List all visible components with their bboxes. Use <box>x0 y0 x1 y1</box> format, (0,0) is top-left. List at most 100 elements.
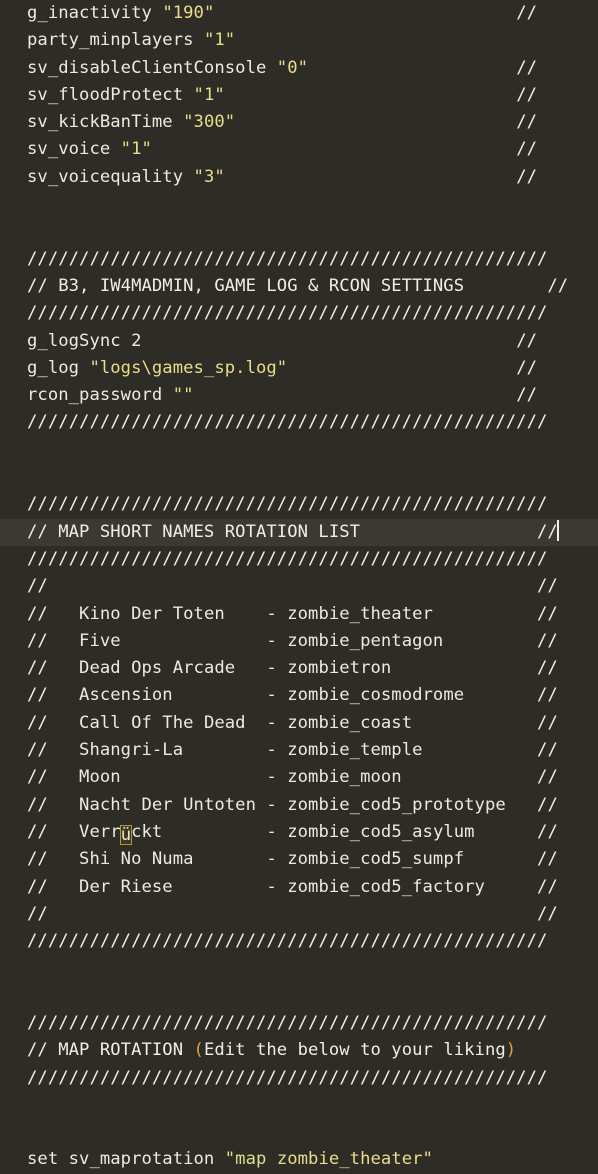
cvar-setting-line[interactable]: g_logSync 2 // <box>0 328 598 355</box>
cvar-name: sv_floodProtect <box>27 84 194 105</box>
map-row-trail: // <box>537 658 558 679</box>
banner-inner-text: Edit the below to your liking <box>203 1040 506 1061</box>
map-row-gutter: // <box>27 630 80 651</box>
comment-divider-line[interactable]: ////////////////////////////////////////… <box>0 409 598 436</box>
map-list-row[interactable]: // Call Of The Dead - zombie_coast // <box>0 710 598 737</box>
cvar-value: "190" <box>162 3 215 23</box>
map-display-name: Moon <box>79 767 267 788</box>
comment-divider-line[interactable]: ////////////////////////////////////////… <box>0 546 598 573</box>
cvar-setting-line[interactable]: sv_kickBanTime "300" // <box>0 109 598 136</box>
cvar-setting-line[interactable]: g_inactivity "190" // <box>0 0 598 27</box>
divider-slashes: ////////////////////////////////////////… <box>27 1012 548 1033</box>
editor-blank-line[interactable] <box>0 191 598 218</box>
comment-divider-line[interactable]: ////////////////////////////////////////… <box>0 246 598 273</box>
editor-blank-line[interactable] <box>0 983 598 1010</box>
cvar-setting-line[interactable]: sv_disableClientConsole "0" // <box>0 55 598 82</box>
cvar-setting-line[interactable]: party_minplayers "1" <box>0 27 598 54</box>
map-list-row[interactable]: // Moon - zombie_moon // <box>0 764 598 791</box>
blank-text <box>27 194 37 214</box>
editor-blank-line[interactable] <box>0 218 598 245</box>
map-list-row[interactable]: // Shangri-La - zombie_temple // <box>0 737 598 764</box>
cvar-setting-line[interactable]: g_log "logs\games_sp.log" // <box>0 355 598 382</box>
comment-divider-line[interactable]: ////////////////////////////////////////… <box>0 300 598 327</box>
map-separator: - <box>266 876 288 897</box>
map-list-row[interactable]: // Dead Ops Arcade - zombietron // <box>0 655 598 682</box>
cvar-setting-line[interactable]: sv_voice "1" // <box>0 136 598 163</box>
map-separator: - <box>266 740 288 761</box>
section-banner-line[interactable]: // B3, IW4MADMIN, GAME LOG & RCON SETTIN… <box>0 273 598 300</box>
editor-blank-line[interactable] <box>0 464 598 491</box>
map-list-row[interactable]: // Nacht Der Untoten - zombie_cod5_proto… <box>0 792 598 819</box>
blank-text <box>27 221 37 241</box>
map-list-row[interactable]: // Ascension - zombie_cosmodrome // <box>0 682 598 709</box>
map-code-name: zombietron <box>287 658 392 679</box>
comment-divider-line[interactable]: ////////////////////////////////////////… <box>0 1010 598 1037</box>
quote-close: " <box>422 1149 433 1170</box>
inline-comment: // <box>516 3 538 23</box>
comment-divider-line[interactable]: ////////////////////////////////////////… <box>0 491 598 518</box>
cvar-setting-line[interactable]: sv_floodProtect "1" // <box>0 82 598 109</box>
map-display-name: Kino Der Toten <box>79 603 267 624</box>
map-code-name: zombie_temple <box>287 740 423 761</box>
map-keyword: map <box>235 1149 267 1170</box>
cvar-value: "3" <box>193 166 225 187</box>
comment-line[interactable]: // // <box>0 573 598 600</box>
editor-blank-line[interactable] <box>0 955 598 982</box>
cvar-name: sv_disableClientConsole <box>27 57 277 78</box>
paren-open: ( <box>193 1040 204 1061</box>
set-maprotation-line[interactable]: set sv_maprotation "map zombie_theater" <box>0 1146 598 1173</box>
banner-text: // MAP SHORT NAMES ROTATION LIST // <box>27 521 558 542</box>
cvar-setting-line[interactable]: rcon_password "" // <box>0 382 598 409</box>
map-display-name: Nacht Der Untoten <box>79 794 267 815</box>
map-display-name-rest: ckt <box>131 821 267 842</box>
map-row-trail: // <box>537 740 558 761</box>
divider-slashes: ////////////////////////////////////////… <box>27 248 548 269</box>
editor-blank-line[interactable] <box>0 1119 598 1146</box>
map-separator: - <box>266 685 288 706</box>
divider-slashes: ////////////////////////////////////////… <box>27 548 548 569</box>
cvar-name: sv_kickBanTime <box>27 112 184 133</box>
code-editor[interactable]: g_inactivity "190" //party_minplayers "1… <box>0 0 598 1169</box>
map-code-name: zombie_cod5_asylum <box>287 821 475 842</box>
quote-open: " <box>224 1149 236 1170</box>
comment-divider-line[interactable]: ////////////////////////////////////////… <box>0 928 598 955</box>
blank-text <box>27 958 37 978</box>
divider-slashes: ////////////////////////////////////////… <box>27 931 548 952</box>
editor-blank-line[interactable] <box>0 1092 598 1119</box>
cvar-name: rcon_password <box>27 385 173 406</box>
cvar-value: "1" <box>193 84 225 105</box>
comment-divider-line[interactable]: ////////////////////////////////////////… <box>0 1065 598 1092</box>
map-row-gutter: // <box>27 767 80 788</box>
inline-comment: // <box>516 166 548 187</box>
comment-line[interactable]: // // <box>0 901 598 928</box>
divider-slashes: ////////////////////////////////////////… <box>27 412 548 433</box>
cvar-value: "logs\games_sp.log" <box>89 357 288 378</box>
inline-comment: // <box>516 112 538 133</box>
cvar-setting-line[interactable]: sv_voicequality "3" // <box>0 164 598 191</box>
map-row-trail: // <box>537 712 558 733</box>
map-separator: - <box>266 821 288 842</box>
map-list-row[interactable]: // Kino Der Toten - zombie_theater // <box>0 601 598 628</box>
blank-text <box>27 986 37 1006</box>
map-list-row[interactable]: // Verrückt - zombie_cod5_asylum // <box>0 819 598 846</box>
cvar-value: "" <box>172 385 194 406</box>
map-separator: - <box>266 767 288 788</box>
map-list-row[interactable]: // Der Riese - zombie_cod5_factory // <box>0 874 598 901</box>
map-list-row[interactable]: // Five - zombie_pentagon // <box>0 628 598 655</box>
section-banner-line-current[interactable]: // MAP SHORT NAMES ROTATION LIST // <box>0 518 598 546</box>
map-list-row[interactable]: // Shi No Numa - zombie_cod5_sumpf // <box>0 846 598 873</box>
map-code-name: zombie_theater <box>287 603 433 624</box>
editor-blank-line[interactable] <box>0 437 598 464</box>
blank-text <box>27 440 37 460</box>
comment-text: // // <box>27 576 558 597</box>
section-banner-line[interactable]: // MAP ROTATION (Edit the below to your … <box>0 1037 598 1064</box>
